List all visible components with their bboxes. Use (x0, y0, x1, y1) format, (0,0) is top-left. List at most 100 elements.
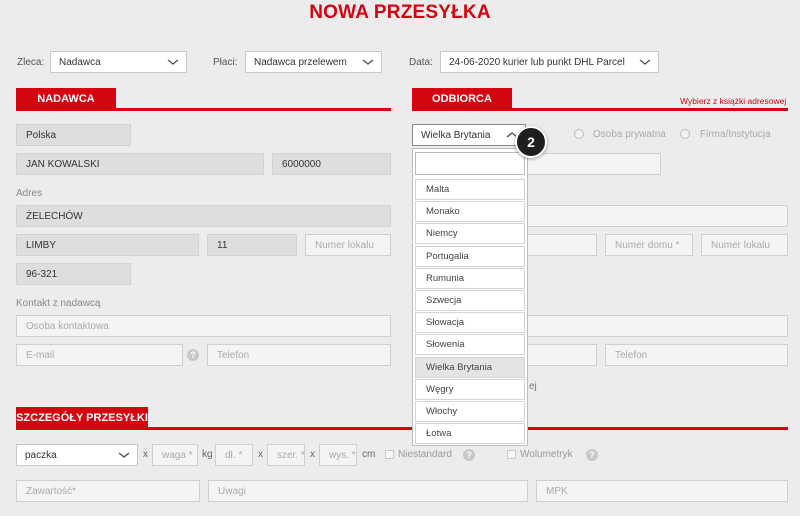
sender-email-input[interactable]: E-mail (16, 344, 183, 366)
sender-section-header: NADAWCA (16, 88, 116, 109)
multiply-glyph: x (258, 449, 263, 460)
country-option[interactable]: Wielka Brytania (415, 356, 525, 378)
country-option[interactable]: Szwecja (415, 290, 525, 311)
weight-input[interactable]: waga * (152, 444, 198, 466)
sender-address-label: Adres (16, 188, 43, 199)
radio-private-person-label: Osoba prywatna (593, 129, 666, 140)
weight-placeholder: waga * (162, 449, 193, 461)
date-value: 24-06-2020 kurier lub punkt DHL Parcel (449, 56, 625, 68)
receiver-partial-label: ej (529, 381, 537, 392)
country-option[interactable]: Łotwa (415, 423, 525, 445)
receiver-street-input[interactable] (526, 205, 788, 227)
zleca-value: Nadawca (59, 56, 101, 68)
country-option[interactable]: Węgry (415, 378, 525, 400)
nonstandard-checkbox[interactable] (385, 450, 394, 459)
sender-email-placeholder: E-mail (26, 349, 55, 361)
country-option[interactable]: Rumunia (415, 267, 525, 289)
help-icon[interactable]: ? (187, 349, 199, 361)
receiver-house-number-input[interactable]: Numer domu * (605, 234, 693, 256)
help-icon[interactable]: ? (463, 449, 475, 461)
sender-contact-label: Kontakt z nadawcą (16, 298, 101, 309)
receiver-section-line (412, 108, 788, 111)
multiply-glyph: x (143, 449, 148, 460)
sender-phone-input[interactable]: Telefon (207, 344, 391, 366)
radio-company-label: Firma/Instytucja (700, 129, 771, 140)
sender-contact-person-placeholder: Osoba kontaktowa (26, 320, 109, 332)
country-option[interactable]: Portugalia (415, 245, 525, 267)
mpk-input[interactable]: MPK (536, 480, 788, 502)
chevron-down-icon (639, 59, 651, 65)
chevron-down-icon (118, 452, 130, 458)
sender-postal-code-field[interactable]: 96-321 (16, 263, 131, 285)
zleca-select[interactable]: Nadawca (50, 51, 187, 73)
dimension-unit: cm (362, 449, 376, 460)
package-type-value: paczka (25, 449, 57, 461)
zleca-label: Zleca: (17, 57, 45, 68)
help-icon[interactable]: ? (586, 449, 598, 461)
height-input[interactable]: wys. * (319, 444, 357, 466)
sender-phone-placeholder: Telefon (217, 349, 250, 361)
receiver-phone-placeholder: Telefon (615, 349, 648, 361)
sender-city-field[interactable]: LIMBY (16, 234, 199, 256)
package-type-select[interactable]: paczka (16, 444, 138, 466)
country-option[interactable]: Niemcy (415, 223, 525, 245)
chevron-down-icon (362, 59, 374, 65)
radio-company[interactable] (680, 129, 690, 139)
sender-flat-placeholder: Numer lokalu (315, 239, 374, 251)
weight-unit: kg (202, 449, 213, 460)
sender-street-field[interactable]: ŻELECHÓW (16, 205, 391, 227)
receiver-email-input[interactable] (526, 344, 597, 366)
multiply-glyph: x (310, 449, 315, 460)
length-input[interactable]: dł. * (215, 444, 253, 466)
width-input[interactable]: szer. * (267, 444, 305, 466)
width-placeholder: szer. * (277, 449, 305, 461)
placi-value: Nadawca przelewem (254, 56, 347, 68)
country-option[interactable]: Słowacja (415, 312, 525, 334)
contents-placeholder: Zawartość* (26, 485, 77, 497)
placi-select[interactable]: Nadawca przelewem (245, 51, 382, 73)
receiver-city-input[interactable] (526, 234, 597, 256)
height-placeholder: wys. * (329, 449, 356, 461)
country-option[interactable]: Monako (415, 201, 525, 223)
details-section-line-right (528, 427, 788, 430)
receiver-phone-input[interactable]: Telefon (605, 344, 788, 366)
notes-placeholder: Uwagi (218, 485, 246, 497)
country-dropdown: Malta Monako Niemcy Portugalia Rumunia Szwecj… (412, 148, 528, 446)
notes-input[interactable]: Uwagi (208, 480, 528, 502)
receiver-house-placeholder: Numer domu * (615, 239, 680, 251)
sender-contact-person-input[interactable]: Osoba kontaktowa (16, 315, 391, 337)
receiver-name-input[interactable] (526, 153, 661, 175)
country-option[interactable]: Włochy (415, 401, 525, 422)
details-section-line-left (16, 427, 412, 430)
country-search-input[interactable] (415, 152, 525, 175)
address-book-link[interactable]: Wybierz z książki adresowej (680, 96, 786, 106)
step-badge: 2 (515, 126, 547, 158)
length-placeholder: dł. * (225, 449, 243, 461)
receiver-contact-person-input[interactable] (526, 315, 788, 337)
receiver-country-value: Wielka Brytania (421, 129, 491, 141)
date-select[interactable]: 24-06-2020 kurier lub punkt DHL Parcel (440, 51, 659, 73)
sender-flat-number-input[interactable]: Numer lokalu (305, 234, 391, 256)
chevron-down-icon (167, 59, 179, 65)
receiver-flat-number-input[interactable]: Numer lokalu (701, 234, 788, 256)
receiver-section-header: ODBIORCA (412, 88, 512, 109)
receiver-country-select[interactable]: Wielka Brytania (412, 124, 526, 146)
sender-phone-short-field[interactable]: 6000000 (272, 153, 391, 175)
mpk-placeholder: MPK (546, 485, 568, 497)
sender-house-number-field[interactable]: 11 (207, 234, 297, 256)
sender-name-field[interactable]: JAN KOWALSKI (16, 153, 264, 175)
volumetric-label: Wolumetryk (520, 449, 573, 460)
nonstandard-label: Niestandard (398, 449, 452, 460)
contents-input[interactable]: Zawartość* (16, 480, 200, 502)
sender-section-line (16, 108, 391, 111)
receiver-flat-placeholder: Numer lokalu (711, 239, 770, 251)
page-title: NOWA PRZESYŁKA (309, 2, 491, 23)
sender-country-field[interactable]: Polska (16, 124, 131, 146)
details-section-header: SZCZEGÓŁY PRZESYŁKI (16, 407, 148, 428)
placi-label: Płaci: (213, 57, 238, 68)
data-label: Data: (409, 57, 433, 68)
radio-private-person[interactable] (574, 129, 584, 139)
volumetric-checkbox[interactable] (507, 450, 516, 459)
country-option[interactable]: Malta (415, 179, 525, 200)
country-option[interactable]: Słowenia (415, 334, 525, 356)
